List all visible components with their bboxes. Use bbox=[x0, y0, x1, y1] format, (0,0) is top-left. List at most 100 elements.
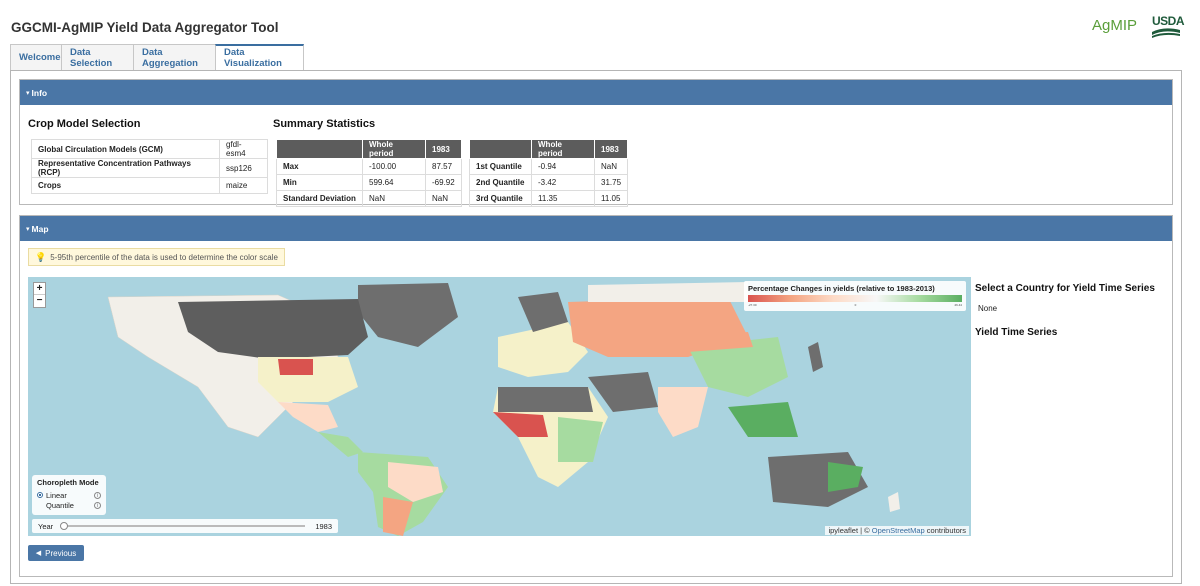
attribution-prefix: ipyleaflet | © bbox=[828, 526, 872, 535]
map-attribution: ipyleaflet | © OpenStreetMap contributor… bbox=[825, 526, 969, 535]
choropleth-map[interactable]: + − Percentage Changes in yields (relati… bbox=[28, 277, 971, 536]
tab-bar: Welcome Data Selection Data Aggregation … bbox=[10, 44, 304, 71]
table-value: -3.42 bbox=[531, 174, 595, 191]
table-row: Standard Deviation NaN NaN bbox=[276, 190, 462, 207]
info-panel: ▾ Info Crop Model Selection Global Circu… bbox=[19, 79, 1173, 207]
legend-min: -27.30 bbox=[748, 303, 757, 307]
year-slider-control: Year 1983 bbox=[32, 519, 338, 533]
tab-data-visualization[interactable]: Data Visualization bbox=[215, 44, 304, 71]
year-label: Year bbox=[38, 521, 54, 531]
app-title: GGCMI-AgMIP Yield Data Aggregator Tool bbox=[11, 20, 279, 35]
table-value: NaN bbox=[425, 190, 462, 207]
lightbulb-icon: 💡 bbox=[35, 251, 47, 262]
table-key: 1st Quantile bbox=[469, 158, 532, 175]
usda-logo-swoosh bbox=[1152, 28, 1180, 38]
table-row: Max -100.00 87.57 bbox=[276, 158, 462, 175]
map-panel-header[interactable]: ▾ Map bbox=[20, 216, 1172, 241]
arrow-left-icon: ◀ bbox=[35, 550, 42, 557]
map-legend: Percentage Changes in yields (relative t… bbox=[744, 281, 966, 311]
table-header-empty bbox=[469, 139, 532, 159]
table-value: gfdl-esm4 bbox=[219, 139, 268, 159]
legend-ticks: -27.30 0 26.44 bbox=[748, 303, 962, 307]
table-header-empty bbox=[276, 139, 363, 159]
info-panel-header[interactable]: ▾ Info bbox=[20, 80, 1172, 105]
tab-data-aggregation[interactable]: Data Aggregation bbox=[133, 44, 215, 71]
summary-stats-table-left: Whole period 1983 Max -100.00 87.57 Min … bbox=[276, 139, 462, 207]
table-header-whole: Whole period bbox=[531, 139, 595, 159]
tab-welcome[interactable]: Welcome bbox=[10, 44, 61, 71]
table-value: 599.64 bbox=[362, 174, 426, 191]
crop-model-title: Crop Model Selection bbox=[28, 118, 141, 130]
table-row: 3rd Quantile 11.35 11.05 bbox=[469, 190, 629, 207]
table-key: 3rd Quantile bbox=[469, 190, 532, 207]
land-east-africa bbox=[558, 417, 603, 462]
table-value: -69.92 bbox=[425, 174, 462, 191]
osm-link[interactable]: OpenStreetMap bbox=[872, 526, 925, 535]
summary-stats-table-right: Whole period 1983 1st Quantile -0.94 NaN… bbox=[469, 139, 629, 207]
radio-selected-icon[interactable] bbox=[37, 492, 43, 498]
table-row: Crops maize bbox=[31, 177, 268, 194]
info-panel-title: Info bbox=[31, 87, 48, 98]
table-row: 2nd Quantile -3.42 31.75 bbox=[469, 174, 629, 191]
color-scale-note: 💡 5-95th percentile of the data is used … bbox=[28, 248, 285, 266]
table-key: Min bbox=[276, 174, 363, 191]
world-map[interactable] bbox=[28, 277, 971, 536]
table-value: maize bbox=[219, 177, 268, 194]
legend-mid: 0 bbox=[854, 303, 857, 307]
table-header-year: 1983 bbox=[425, 139, 462, 159]
table-value: NaN bbox=[362, 190, 426, 207]
slider-handle[interactable] bbox=[60, 522, 69, 530]
table-header-whole: Whole period bbox=[362, 139, 426, 159]
choropleth-option-quantile[interactable]: Quantile i bbox=[37, 500, 101, 510]
land-nz bbox=[888, 492, 900, 512]
table-header-row: Whole period 1983 bbox=[469, 139, 629, 159]
land-mexico bbox=[278, 402, 338, 432]
caret-down-icon: ▾ bbox=[26, 225, 30, 233]
land-north-siberia bbox=[588, 282, 748, 302]
previous-button-label: Previous bbox=[45, 548, 77, 558]
year-slider[interactable] bbox=[60, 522, 306, 530]
choropleth-mode-control: Choropleth Mode Linear i Quantile i bbox=[32, 475, 106, 515]
land-greenland bbox=[358, 283, 458, 347]
table-value: 87.57 bbox=[425, 158, 462, 175]
info-icon[interactable]: i bbox=[94, 501, 101, 509]
table-row: Representative Concentration Pathways (R… bbox=[31, 158, 268, 178]
previous-button[interactable]: ◀ Previous bbox=[28, 545, 84, 561]
land-india bbox=[658, 387, 708, 437]
table-key: Crops bbox=[31, 177, 220, 194]
color-scale-note-text: 5-95th percentile of the data is used to… bbox=[50, 252, 278, 262]
crop-model-table: Global Circulation Models (GCM) gfdl-esm… bbox=[31, 139, 268, 194]
country-select-value[interactable]: None bbox=[978, 304, 997, 313]
table-key: Standard Deviation bbox=[276, 190, 363, 207]
table-row: Min 599.64 -69.92 bbox=[276, 174, 462, 191]
land-argentina bbox=[383, 497, 413, 536]
table-value: ssp126 bbox=[219, 158, 268, 178]
table-key: Representative Concentration Pathways (R… bbox=[31, 158, 220, 178]
map-panel-title: Map bbox=[31, 223, 49, 234]
summary-stats-title: Summary Statistics bbox=[273, 118, 376, 130]
table-value: 31.75 bbox=[593, 174, 629, 191]
choropleth-mode-title: Choropleth Mode bbox=[37, 478, 99, 487]
zoom-out-button[interactable]: − bbox=[34, 295, 45, 307]
zoom-control: + − bbox=[33, 282, 46, 308]
land-sahara bbox=[498, 387, 593, 412]
zoom-in-button[interactable]: + bbox=[34, 283, 45, 295]
usda-logo: USDA bbox=[1150, 14, 1185, 40]
map-panel: ▾ Map 💡 5-95th percentile of the data is… bbox=[19, 215, 1173, 577]
choropleth-option-linear[interactable]: Linear i bbox=[37, 490, 101, 500]
table-row: 1st Quantile -0.94 NaN bbox=[469, 158, 629, 175]
tab-data-selection[interactable]: Data Selection bbox=[61, 44, 133, 71]
legend-color-bar bbox=[748, 295, 962, 302]
table-header-year: 1983 bbox=[593, 139, 629, 159]
country-select-title: Select a Country for Yield Time Series bbox=[975, 283, 1155, 294]
table-value: 11.05 bbox=[593, 190, 629, 207]
table-key: Global Circulation Models (GCM) bbox=[31, 139, 220, 159]
info-icon[interactable]: i bbox=[94, 491, 101, 499]
land-southeast-asia bbox=[728, 402, 798, 437]
option-label: Quantile bbox=[46, 500, 74, 510]
table-value: -0.94 bbox=[531, 158, 595, 175]
legend-max: 26.44 bbox=[954, 303, 962, 307]
table-row: Global Circulation Models (GCM) gfdl-esm… bbox=[31, 139, 268, 159]
table-value: -100.00 bbox=[362, 158, 426, 175]
land-central-america bbox=[318, 432, 363, 457]
